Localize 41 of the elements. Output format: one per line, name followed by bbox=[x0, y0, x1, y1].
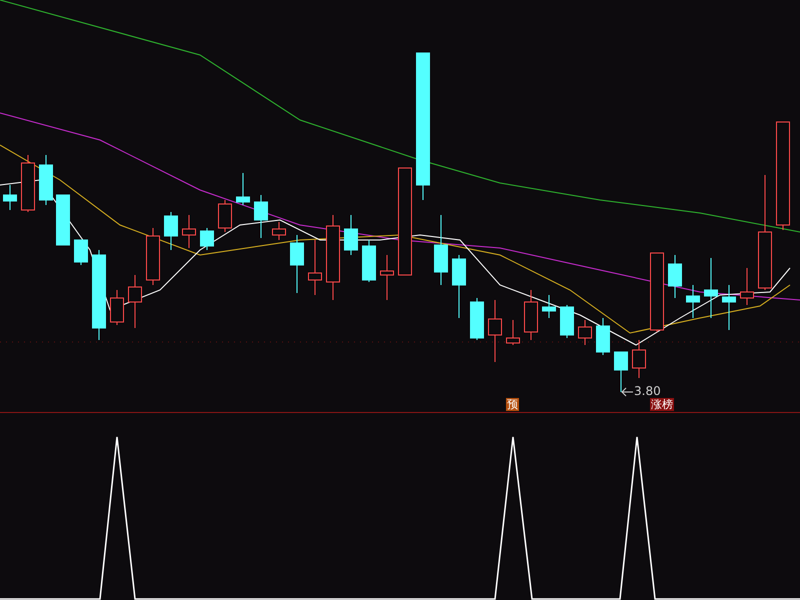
candlestick bbox=[236, 172, 250, 206]
candlestick bbox=[632, 340, 646, 378]
candlestick bbox=[146, 228, 160, 286]
candlestick bbox=[578, 320, 592, 346]
candlestick bbox=[668, 254, 682, 298]
signal-tag: 涨榜 bbox=[650, 398, 674, 411]
candlestick bbox=[272, 222, 286, 240]
candlestick bbox=[3, 184, 17, 210]
candlestick bbox=[704, 258, 718, 318]
candlestick bbox=[128, 274, 142, 328]
candlestick bbox=[740, 268, 754, 306]
candlestick bbox=[596, 318, 610, 356]
candlestick bbox=[542, 294, 556, 318]
candlestick bbox=[560, 304, 574, 338]
candlestick bbox=[74, 240, 88, 266]
low-price-label: 3.80 bbox=[634, 384, 661, 398]
candlestick bbox=[506, 320, 520, 346]
candlestick bbox=[434, 214, 448, 286]
candlestick bbox=[182, 214, 196, 248]
candlestick bbox=[218, 200, 232, 232]
candlestick bbox=[524, 290, 538, 340]
candlestick bbox=[344, 214, 358, 256]
candlestick bbox=[722, 284, 736, 330]
candlestick bbox=[308, 240, 322, 296]
candlestick bbox=[290, 234, 304, 294]
candlestick bbox=[110, 290, 124, 326]
candlestick bbox=[56, 194, 70, 246]
candlestick bbox=[686, 284, 700, 318]
candlestick bbox=[21, 154, 35, 212]
candlestick bbox=[380, 254, 394, 300]
candlestick bbox=[39, 154, 53, 206]
pointer-arrow-icon bbox=[621, 388, 634, 396]
candlestick bbox=[452, 254, 466, 318]
candlestick bbox=[470, 298, 484, 340]
candlestick bbox=[200, 228, 214, 250]
signal-tag: 预 bbox=[506, 398, 519, 411]
candlestick bbox=[488, 300, 502, 362]
candlestick bbox=[254, 194, 268, 238]
candlestick bbox=[614, 352, 628, 392]
candlestick bbox=[362, 240, 376, 282]
candlestick bbox=[164, 212, 178, 250]
